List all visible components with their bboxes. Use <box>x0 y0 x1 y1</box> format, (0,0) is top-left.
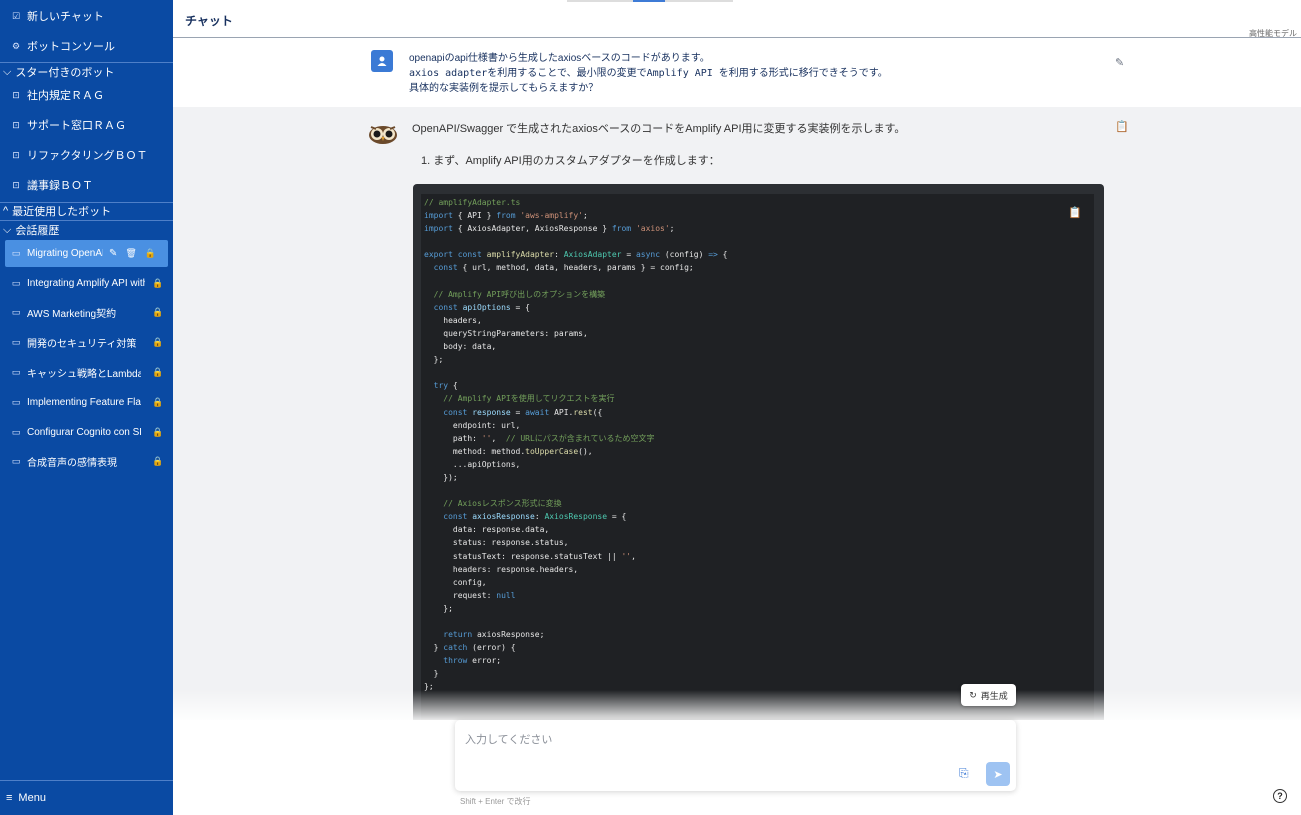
edit-message-icon[interactable]: ✎ <box>1115 56 1124 69</box>
bot-icon: ⊡ <box>12 179 20 190</box>
bot-icon: ⊡ <box>12 119 20 130</box>
conversation-item[interactable]: ▭ キャッシュ戦略とLambda 🔒 <box>5 359 168 386</box>
input-hint: Shift + Enter で改行 <box>460 797 531 806</box>
edit-square-icon: ☑ <box>11 10 21 21</box>
bot-step-text: 1. まず、Amplify API用のカスタムアダプターを作成します： <box>421 155 720 167</box>
conversation-title: Configurar Cognito con SDK <box>27 427 141 438</box>
page-title: チャット <box>185 14 233 28</box>
divider <box>0 62 173 63</box>
code-copy-icon[interactable]: 📋 <box>1068 206 1082 219</box>
scroll-indicator <box>567 0 733 2</box>
recent-section-toggle[interactable]: ^ 最近使用したボット <box>3 204 173 218</box>
code-block: 📋 // amplifyAdapter.ts import { API } fr… <box>413 184 1104 720</box>
lock-icon[interactable]: 🔒 <box>152 367 163 378</box>
bot-console-label: ボットコンソール <box>27 41 115 53</box>
fade-overlay <box>173 690 1301 720</box>
conversation-title: 開発のセキュリティ対策 <box>27 339 137 350</box>
chat-bubble-icon: ▭ <box>11 337 21 347</box>
bot-intro-text: OpenAPI/Swagger で生成されたaxiosベースのコードをAmpli… <box>412 123 906 135</box>
user-message-line: openapiのapi仕様書から生成したaxiosベースのコードがあります。 <box>409 53 710 64</box>
chat-bubble-icon: ▭ <box>11 278 21 288</box>
menu-button[interactable]: ≡ Menu <box>0 780 173 815</box>
user-message: openapiのapi仕様書から生成したaxiosベースのコードがあります。 a… <box>173 38 1301 107</box>
starred-bot-label: リファクタリングＢＯＴ <box>27 150 148 162</box>
code-content: // amplifyAdapter.ts import { API } from… <box>424 198 728 692</box>
starred-section-toggle[interactable]: ⌵ スター付きのボット <box>3 65 173 80</box>
lock-icon[interactable]: 🔒 <box>152 397 163 408</box>
chat-bubble-icon: ▭ <box>11 456 21 466</box>
chevron-up-icon: ^ <box>3 205 9 217</box>
bot-icon: ⊡ <box>12 89 20 100</box>
send-button[interactable]: ➤ <box>986 762 1010 786</box>
bot-message: OpenAPI/Swagger で生成されたaxiosベースのコードをAmpli… <box>173 107 1301 720</box>
trash-icon[interactable]: 🗑 <box>125 248 136 259</box>
user-message-text: openapiのapi仕様書から生成したaxiosベースのコードがあります。 a… <box>409 51 888 96</box>
user-avatar-icon <box>371 50 393 72</box>
starred-section-label: スター付きのボット <box>15 67 115 79</box>
lock-icon[interactable]: 🔒 <box>152 427 163 438</box>
regenerate-label: 再生成 <box>980 690 1008 701</box>
gear-icon: ⚙ <box>11 40 21 51</box>
question-icon[interactable]: ? <box>1273 789 1287 803</box>
sidebar-item-starred-bot[interactable]: ⊡ 社内規定ＲＡＧ <box>11 84 165 106</box>
history-section-label: 会話履歴 <box>15 225 60 237</box>
main-area: チャット 高性能モデル openapiのapi仕様書から生成したaxiosベース… <box>173 0 1301 815</box>
conversation-item[interactable]: ▭ Implementing Feature Flags 🔒 <box>5 389 168 416</box>
sidebar-item-starred-bot[interactable]: ⊡ 議事録ＢＯＴ <box>11 174 165 196</box>
conversation-title: Integrating Amplify API with Axios <box>27 278 145 289</box>
refresh-icon: ↻ <box>969 689 977 700</box>
sidebar-item-starred-bot[interactable]: ⊡ サポート窓口ＲＡＧ <box>11 114 165 136</box>
conversation-item[interactable]: ▭ Integrating Amplify API with Axios 🔒 <box>5 270 168 297</box>
user-message-line: 具体的な実装例を提示してもらえますか？ <box>409 83 599 94</box>
conversation-item-active[interactable]: ▭ Migrating OpenAPI Axios Code to Amplif… <box>5 240 168 267</box>
chat-bubble-icon: ▭ <box>11 397 21 407</box>
recent-section-label: 最近使用したボット <box>12 206 112 218</box>
conversation-title: 合成音声の感情表現 <box>27 458 117 469</box>
header: チャット 高性能モデル <box>173 0 1301 38</box>
lock-icon[interactable]: 🔒 <box>152 278 163 289</box>
chat-bubble-icon: ▭ <box>11 248 21 258</box>
lock-icon[interactable]: 🔒 <box>152 307 163 318</box>
pencil-icon[interactable]: ✎ <box>109 248 117 259</box>
sidebar-item-starred-bot[interactable]: ⊡ リファクタリングＢＯＴ <box>11 144 165 166</box>
history-section-toggle[interactable]: ⌵ 会話履歴 <box>3 223 173 238</box>
new-chat-button[interactable]: ☑ 新しいチャット <box>11 5 165 27</box>
owl-bot-avatar-icon <box>369 126 397 144</box>
send-icon: ➤ <box>993 768 1003 781</box>
lock-icon[interactable]: 🔒 <box>152 337 163 348</box>
conversation-item[interactable]: ▭ Configurar Cognito con SDK 🔒 <box>5 419 168 446</box>
chat-input[interactable]: 入力してください ⎘ ➤ <box>455 720 1016 791</box>
conversation-title: AWS Marketing契約 <box>27 309 117 320</box>
divider <box>0 220 173 221</box>
conversation-item[interactable]: ▭ 合成音声の感情表現 🔒 <box>5 448 168 475</box>
attach-file-icon[interactable]: ⎘ <box>959 766 969 781</box>
lock-icon[interactable]: 🔒 <box>145 248 156 259</box>
regenerate-button[interactable]: ↻ 再生成 <box>961 684 1016 706</box>
chevron-down-icon: ⌵ <box>3 223 12 236</box>
clipboard-icon[interactable]: 📋 <box>1115 120 1129 133</box>
conversation-item[interactable]: ▭ 開発のセキュリティ対策 🔒 <box>5 329 168 356</box>
user-message-line: axios adapterを利用することで、最小限の変更でAmplify API… <box>409 68 888 79</box>
chat-input-placeholder: 入力してください <box>465 734 553 746</box>
new-chat-label: 新しいチャット <box>27 11 104 23</box>
conversation-title: キャッシュ戦略とLambda <box>27 369 141 380</box>
sidebar: ☑ 新しいチャット ⚙ ボットコンソール ⌵ スター付きのボット ⊡ 社内規定Ｒ… <box>0 0 173 815</box>
conversation-item[interactable]: ▭ AWS Marketing契約 🔒 <box>5 299 168 326</box>
starred-bot-label: 社内規定ＲＡＧ <box>27 90 104 102</box>
chat-bubble-icon: ▭ <box>11 307 21 317</box>
menu-label: Menu <box>18 792 46 804</box>
chat-bubble-icon: ▭ <box>11 427 21 437</box>
hamburger-icon: ≡ <box>6 792 13 804</box>
conversation-title: Migrating OpenAPI Axios Code to Amplify … <box>27 248 103 259</box>
starred-bot-label: 議事録ＢＯＴ <box>27 180 93 192</box>
chat-bubble-icon: ▭ <box>11 367 21 377</box>
lock-icon[interactable]: 🔒 <box>152 456 163 467</box>
conversation-title: Implementing Feature Flags <box>27 397 141 408</box>
bot-console-button[interactable]: ⚙ ボットコンソール <box>11 35 165 57</box>
chevron-down-icon: ⌵ <box>3 65 12 78</box>
bot-icon: ⊡ <box>12 149 20 160</box>
starred-bot-label: サポート窓口ＲＡＧ <box>27 120 126 132</box>
